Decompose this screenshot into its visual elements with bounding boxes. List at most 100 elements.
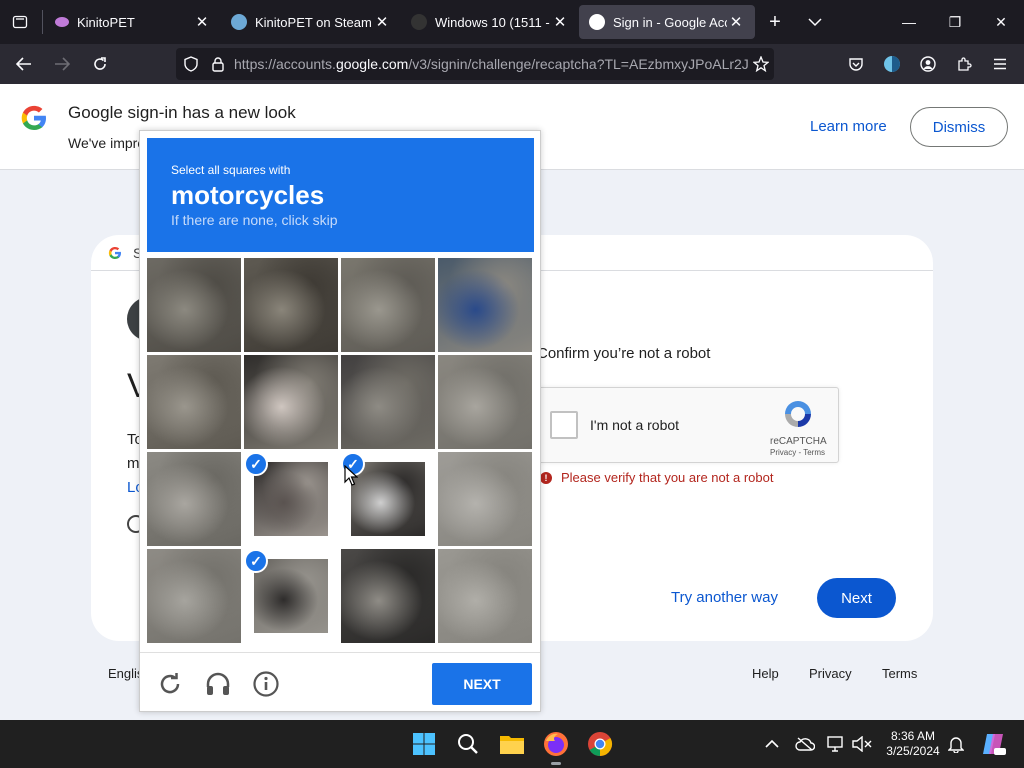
address-bar[interactable]: https://accounts.google.com/v3/signin/ch… (176, 48, 774, 80)
tab-list-icon[interactable] (0, 0, 40, 44)
menu-icon[interactable] (982, 48, 1018, 80)
navigation-bar: https://accounts.google.com/v3/signin/ch… (0, 44, 1024, 84)
recaptcha-checkbox[interactable] (550, 411, 578, 439)
terms-link[interactable]: Terms (882, 666, 917, 681)
chrome-icon[interactable] (584, 728, 616, 760)
google-small-icon (108, 246, 122, 265)
account-icon[interactable] (910, 48, 946, 80)
tile-image (254, 462, 328, 536)
extension-circle-icon[interactable] (874, 48, 910, 80)
tab-title: KinitoPET on Steam (255, 14, 372, 30)
card-text-2: m (127, 455, 140, 472)
captcha-tile[interactable] (341, 258, 435, 352)
bookmark-star-icon[interactable] (743, 48, 779, 80)
tile-image (341, 355, 435, 449)
chevron-up-icon[interactable] (762, 734, 782, 754)
error-icon: ! (540, 471, 552, 484)
minimize-icon[interactable]: — (886, 0, 932, 44)
next-button[interactable]: Next (817, 578, 896, 618)
captcha-tile[interactable] (244, 258, 338, 352)
firefox-icon[interactable] (540, 728, 572, 765)
tab-bar: KinitoPET ✕ KinitoPET on Steam ✕ Windows… (0, 0, 1024, 44)
tab-title: Sign in - Google Accou (613, 14, 727, 30)
chevron-down-icon[interactable] (795, 0, 835, 44)
lock-icon[interactable] (212, 56, 224, 72)
confirm-robot-text: Confirm you’re not a robot (537, 345, 711, 362)
reload-challenge-icon[interactable] (156, 670, 184, 698)
tab-separator (42, 10, 43, 34)
recaptcha-brand: reCAPTCHA (770, 436, 827, 447)
close-window-icon[interactable]: ✕ (978, 0, 1024, 44)
info-icon[interactable] (252, 670, 280, 698)
tab-kinitopet[interactable]: KinitoPET ✕ (45, 5, 221, 39)
try-another-way-button[interactable]: Try another way (671, 589, 778, 606)
pocket-icon[interactable] (838, 48, 874, 80)
close-tab-icon[interactable]: ✕ (193, 13, 211, 31)
captcha-tile[interactable] (438, 258, 532, 352)
captcha-tile[interactable] (147, 258, 241, 352)
network-icon[interactable] (826, 734, 846, 754)
notification-bell-icon[interactable] (946, 734, 966, 754)
copilot-icon[interactable] (980, 730, 1008, 758)
tile-image (438, 452, 532, 546)
captcha-tile[interactable] (244, 355, 338, 449)
recaptcha-privacy-link[interactable]: Privacy (770, 448, 796, 457)
extensions-puzzle-icon[interactable] (946, 48, 982, 80)
help-link[interactable]: Help (752, 666, 779, 681)
audio-challenge-icon[interactable] (204, 670, 232, 698)
banner-title: Google sign-in has a new look (68, 103, 296, 122)
image-grid: ✓ ✓ ✓ (147, 258, 534, 645)
captcha-tile[interactable]: ✓ (244, 549, 338, 643)
captcha-tile[interactable] (438, 355, 532, 449)
new-tab-icon[interactable]: + (755, 0, 795, 44)
challenge-target: motorcycles (171, 180, 325, 210)
tab-google-signin[interactable]: Sign in - Google Accou ✕ (579, 5, 755, 39)
clock-time: 8:36 AM (890, 729, 936, 743)
tile-image (341, 258, 435, 352)
onedrive-icon[interactable] (795, 734, 815, 754)
tile-image (438, 355, 532, 449)
close-tab-icon[interactable]: ✕ (727, 13, 745, 31)
back-icon[interactable] (6, 48, 42, 80)
tile-image (244, 258, 338, 352)
close-tab-icon[interactable]: ✕ (551, 13, 569, 31)
search-icon[interactable] (452, 728, 484, 760)
captcha-tile[interactable] (147, 452, 241, 546)
captcha-tile[interactable] (341, 549, 435, 643)
forward-icon[interactable] (44, 48, 80, 80)
recaptcha-links: Privacy - Terms (770, 448, 825, 457)
privacy-link[interactable]: Privacy (809, 666, 852, 681)
reload-icon[interactable] (82, 48, 118, 80)
captcha-tile[interactable]: ✓ (244, 452, 338, 546)
clock[interactable]: 8:36 AM 3/25/2024 (880, 729, 946, 759)
learn-more-link[interactable]: Learn more (810, 118, 887, 135)
captcha-tile[interactable] (147, 549, 241, 643)
volume-muted-icon[interactable] (852, 734, 872, 754)
tab-kinitopet-steam[interactable]: KinitoPET on Steam ✕ (221, 5, 401, 39)
captcha-tile[interactable] (438, 549, 532, 643)
tile-image (254, 559, 328, 633)
maximize-icon[interactable]: ❐ (932, 0, 978, 44)
tab-windows-10[interactable]: Windows 10 (1511 - No ✕ (401, 5, 579, 39)
start-icon[interactable] (408, 728, 440, 760)
shield-icon[interactable] (184, 56, 198, 72)
file-explorer-icon[interactable] (496, 728, 528, 760)
captcha-challenge: Select all squares with motorcycles If t… (139, 130, 541, 712)
tile-image (147, 258, 241, 352)
challenge-next-button[interactable]: NEXT (432, 663, 532, 705)
captcha-tile[interactable] (438, 452, 532, 546)
captcha-tile[interactable] (147, 355, 241, 449)
error-message: ! Please verify that you are not a robot (540, 470, 773, 485)
google-logo-icon (20, 104, 48, 137)
url-text: https://accounts.google.com/v3/signin/ch… (234, 56, 749, 72)
taskbar: 8:36 AM 3/25/2024 (0, 720, 1024, 768)
recaptcha-widget: I'm not a robot reCAPTCHA Privacy - Term… (537, 387, 839, 463)
clock-date: 3/25/2024 (886, 744, 940, 758)
recaptcha-terms-link[interactable]: Terms (803, 448, 825, 457)
recaptcha-logo-icon (782, 398, 814, 435)
captcha-tile[interactable] (341, 355, 435, 449)
tile-image (244, 355, 338, 449)
error-text: Please verify that you are not a robot (561, 470, 774, 485)
close-tab-icon[interactable]: ✕ (373, 13, 391, 31)
dismiss-button[interactable]: Dismiss (910, 107, 1008, 147)
